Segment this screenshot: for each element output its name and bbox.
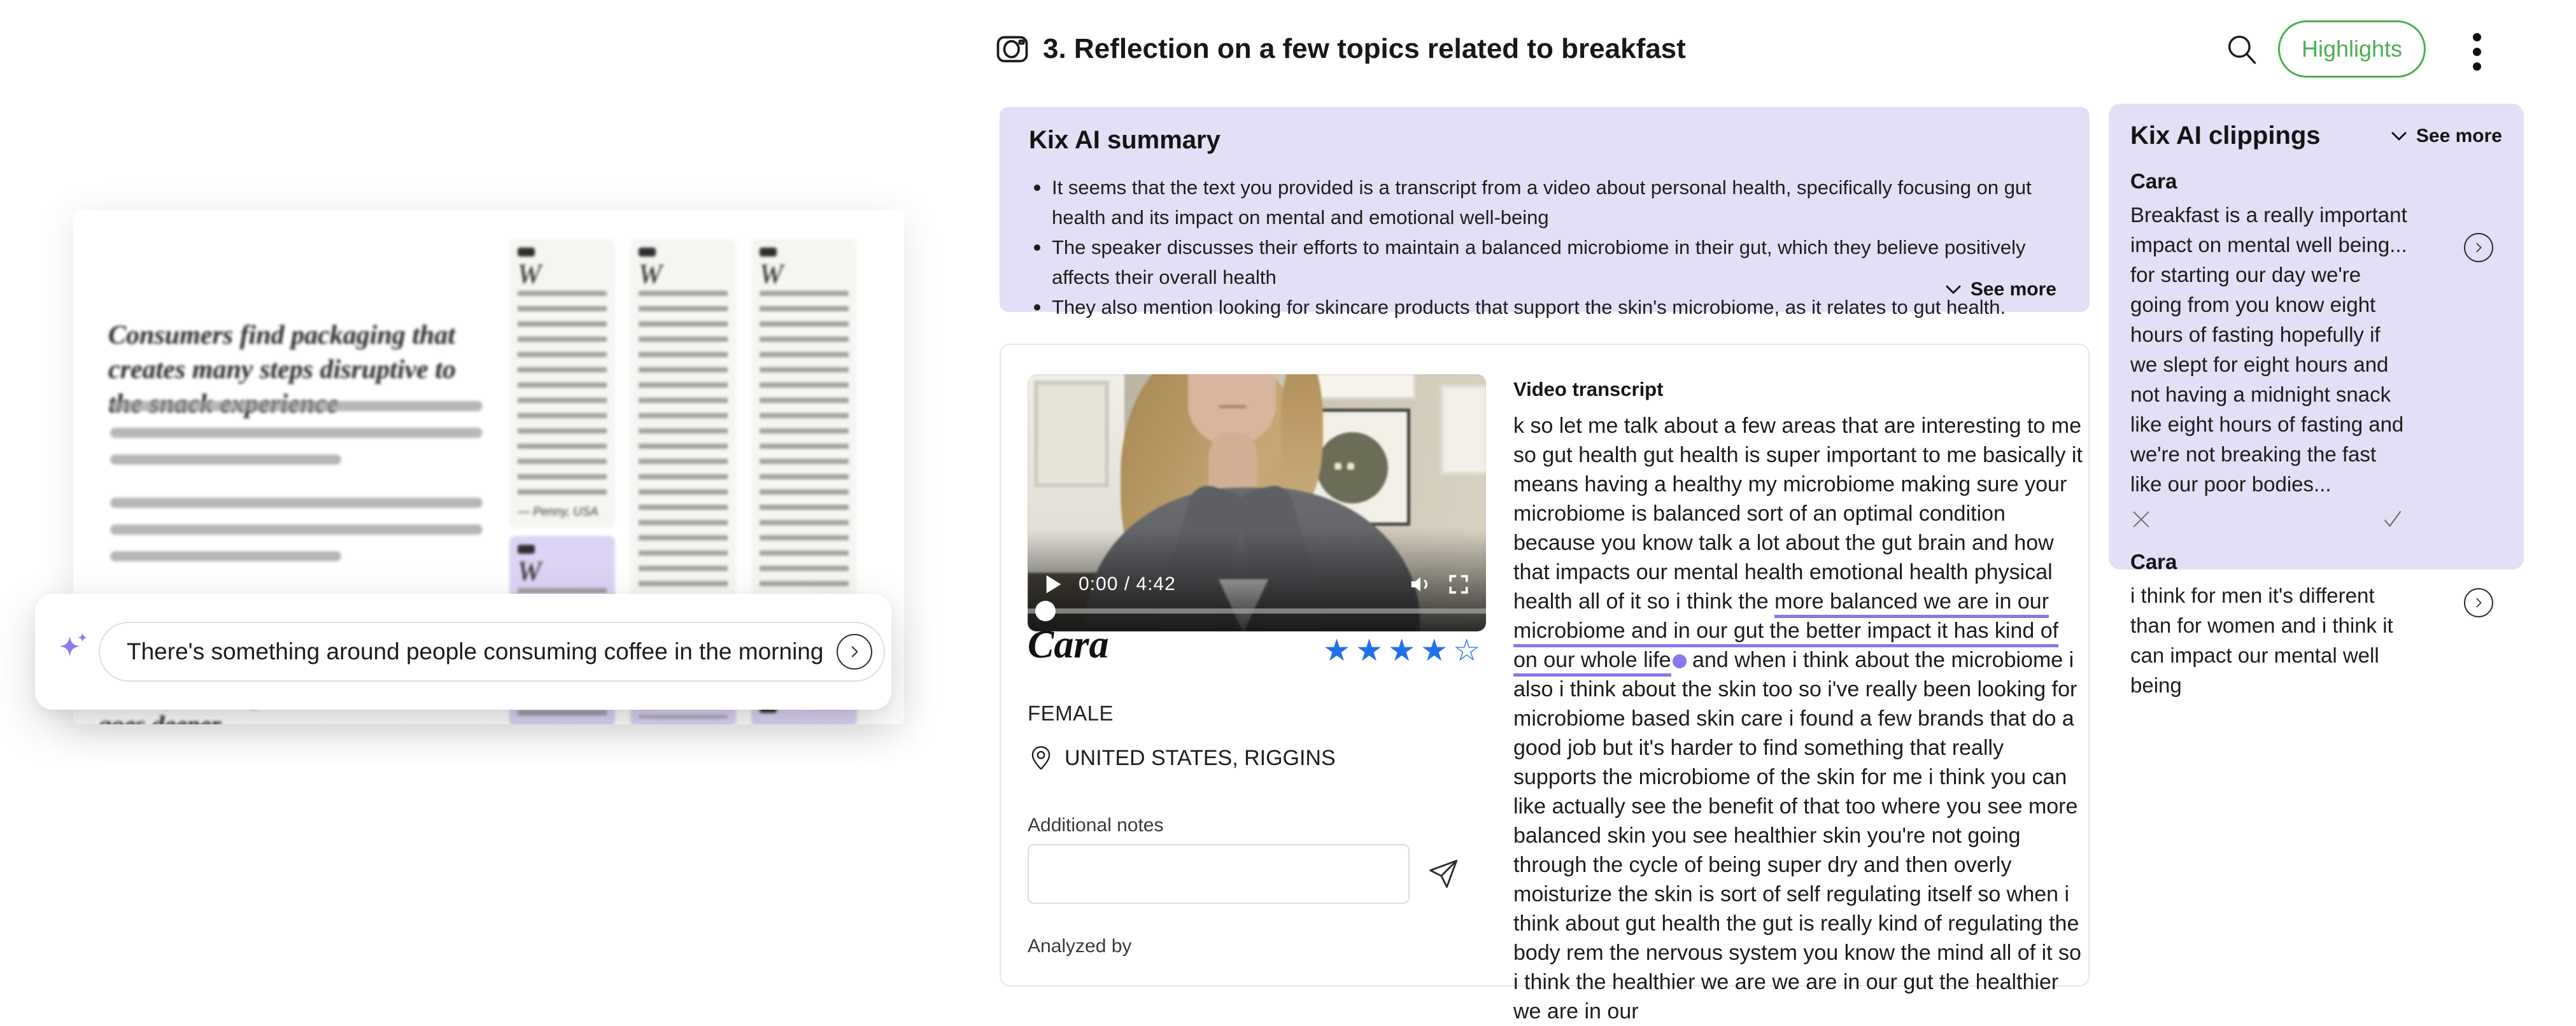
- highlights-button[interactable]: Highlights: [2278, 20, 2426, 78]
- quote-card: W — Penny, USA: [630, 239, 736, 656]
- prompt-input-box: [99, 622, 885, 682]
- chevron-right-icon: [2472, 596, 2486, 610]
- video-player[interactable]: 0:00 / 4:42: [1028, 374, 1486, 631]
- kebab-menu-button[interactable]: [2473, 33, 2481, 71]
- summary-title: Kix AI summary: [1029, 126, 2060, 155]
- additional-notes-label: Additional notes: [1028, 815, 1164, 836]
- volume-icon[interactable]: [1408, 572, 1433, 596]
- video-transcript-section: Video transcript k so let me talk about …: [1513, 378, 2086, 1026]
- highlight-handle-dot[interactable]: [1673, 654, 1687, 668]
- transcript-after: and when i think about the microbiome i …: [1513, 648, 2081, 1023]
- chevron-right-icon: [2472, 241, 2486, 255]
- quote-text-placeholder: [639, 291, 728, 622]
- clipping-item: Cara Breakfast is a really important imp…: [2130, 169, 2502, 531]
- reject-clipping-button[interactable]: [2130, 508, 2152, 531]
- quote-dropcap: W: [760, 262, 849, 287]
- sparkle-icon: [54, 629, 94, 669]
- speaker-badge: [518, 248, 535, 256]
- ai-prompt-panel: [35, 594, 891, 710]
- star-rating[interactable]: ★★★★☆: [1323, 633, 1485, 668]
- kix-ai-clippings-panel: Kix AI clippings See more Cara Breakfast…: [2109, 104, 2524, 570]
- transcript-title: Video transcript: [1513, 378, 2086, 401]
- quote-dropcap: W: [518, 262, 607, 287]
- quote-text-placeholder: [518, 291, 607, 495]
- check-icon: [2381, 508, 2404, 531]
- clippings-title: Kix AI clippings: [2130, 122, 2321, 150]
- summary-bullet-list: It seems that the text you provided is a…: [1029, 172, 2060, 322]
- video-progress-bar[interactable]: [1028, 608, 1486, 614]
- play-icon[interactable]: [1044, 573, 1063, 595]
- document-paragraph: [110, 498, 483, 578]
- clipping-text: Breakfast is a really important impact o…: [2130, 200, 2410, 499]
- respondent-card: 0:00 / 4:42 Cara ★★★★☆ FEMALE UNITED STA…: [1000, 344, 2090, 987]
- respondent-name: Cara: [1028, 622, 1108, 668]
- clipping-open-button[interactable]: [2464, 233, 2493, 262]
- transcript-text: k so let me talk about a few areas that …: [1513, 411, 2086, 1026]
- chevron-down-icon: [1944, 280, 1963, 299]
- chevron-right-icon: [846, 643, 863, 660]
- analyzed-by-label: Analyzed by: [1028, 936, 1131, 957]
- clipping-speaker: Cara: [2130, 550, 2502, 574]
- quote-card: W — Penny, USA: [509, 239, 615, 528]
- kix-ai-summary-panel: Kix AI summary It seems that the text yo…: [1000, 107, 2090, 312]
- additional-notes-input[interactable]: [1028, 844, 1410, 904]
- summary-bullet: They also mention looking for skincare p…: [1029, 292, 2035, 322]
- summary-see-more-button[interactable]: See more: [1944, 279, 2056, 300]
- quote-dropcap: W: [639, 262, 728, 287]
- fullscreen-icon[interactable]: [1448, 573, 1469, 595]
- video-progress-thumb[interactable]: [1035, 601, 1056, 621]
- prompt-input[interactable]: [127, 638, 837, 665]
- accept-clipping-button[interactable]: [2381, 508, 2404, 531]
- camera-icon: [993, 29, 1031, 67]
- summary-bullet: It seems that the text you provided is a…: [1029, 172, 2035, 232]
- clippings-see-more-button[interactable]: See more: [2389, 125, 2502, 147]
- quote-dropcap: W: [518, 559, 607, 584]
- speaker-badge: [760, 248, 777, 256]
- location-pin-icon: [1028, 745, 1054, 771]
- chevron-down-icon: [2389, 127, 2409, 146]
- clipping-item: Cara i think for men it's different than…: [2130, 550, 2502, 700]
- speaker-badge: [639, 248, 656, 256]
- clipping-text: i think for men it's different than for …: [2130, 580, 2410, 700]
- transcript-before: k so let me talk about a few areas that …: [1513, 414, 2083, 614]
- speaker-badge: [518, 545, 535, 554]
- page-title: 3. Reflection on a few topics related to…: [1043, 33, 1686, 65]
- search-icon: [2223, 31, 2260, 67]
- clipping-open-button[interactable]: [2464, 588, 2493, 617]
- quote-attribution: — Penny, USA: [518, 505, 607, 519]
- document-paragraph: [110, 401, 483, 481]
- send-icon: [1426, 858, 1459, 891]
- clipping-speaker: Cara: [2130, 169, 2502, 193]
- highlights-button-label: Highlights: [2302, 36, 2402, 62]
- prompt-submit-button[interactable]: [837, 634, 872, 670]
- quote-text-placeholder: [639, 715, 728, 718]
- summary-bullet: The speaker discusses their efforts to m…: [1029, 232, 2035, 292]
- search-button[interactable]: [2223, 31, 2260, 67]
- video-time-display: 0:00 / 4:42: [1079, 573, 1176, 595]
- x-icon: [2130, 509, 2152, 530]
- respondent-location-row: UNITED STATES, RIGGINS: [1028, 745, 1336, 771]
- send-note-button[interactable]: [1426, 858, 1459, 891]
- respondent-location: UNITED STATES, RIGGINS: [1065, 746, 1336, 771]
- respondent-gender: FEMALE: [1028, 701, 1114, 726]
